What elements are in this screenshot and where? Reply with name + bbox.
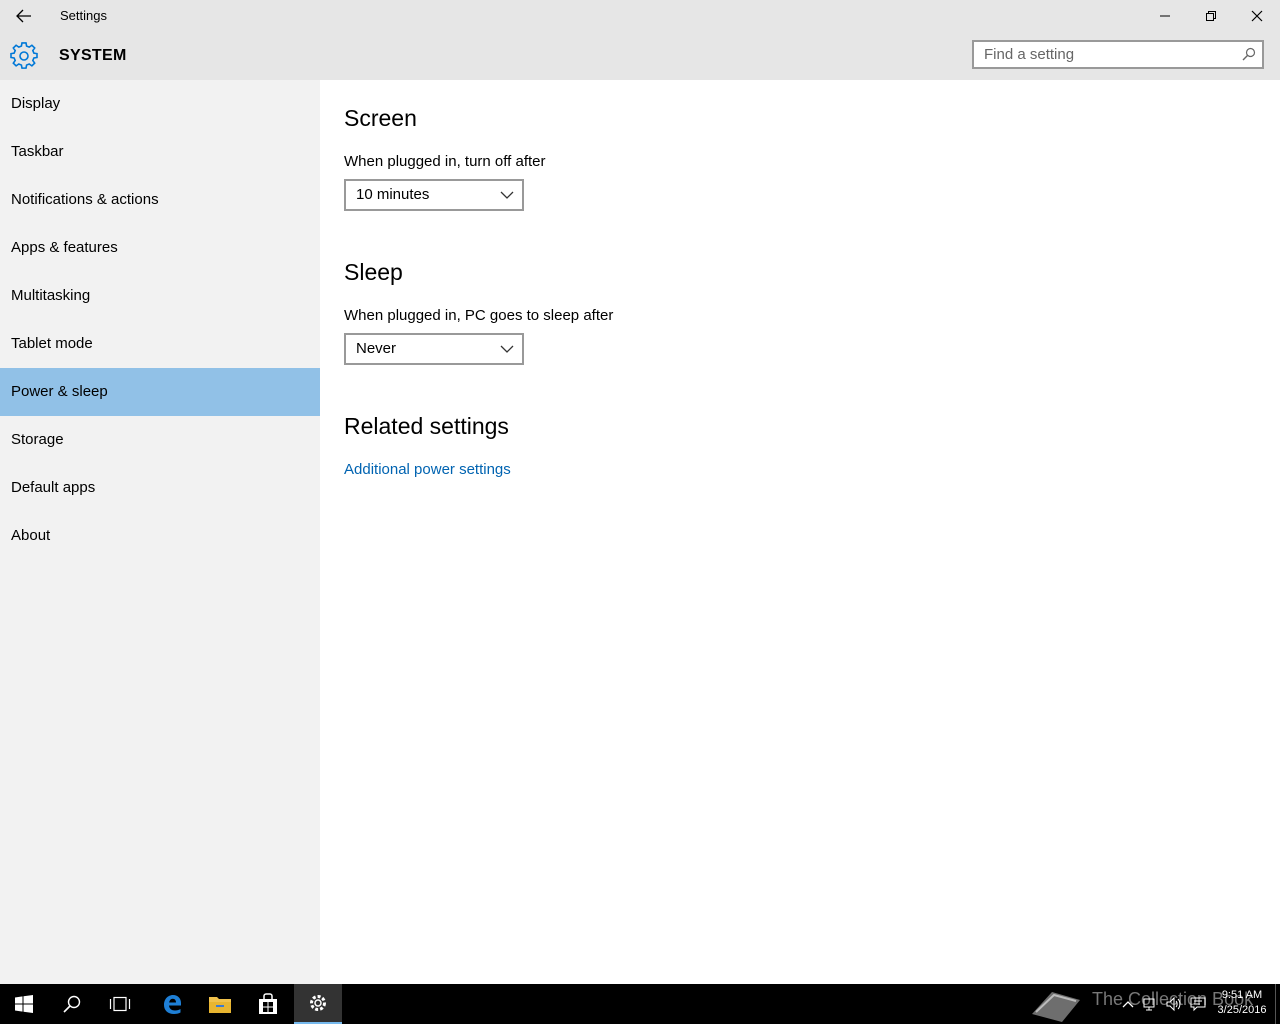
gear-icon — [10, 42, 38, 69]
close-icon — [1251, 10, 1263, 22]
sidebar-item-label: Apps & features — [11, 239, 118, 256]
sidebar-item-label: Power & sleep — [11, 383, 108, 400]
sleep-timeout-value: Never — [356, 340, 397, 357]
screen-timeout-value: 10 minutes — [356, 186, 430, 203]
search-icon[interactable] — [1242, 47, 1256, 61]
file-explorer-button[interactable] — [196, 984, 244, 1024]
sidebar-item-taskbar[interactable]: Taskbar — [0, 128, 320, 176]
clock-time: 9:51 AM — [1221, 989, 1263, 1001]
sleep-heading: Sleep — [344, 259, 403, 285]
sidebar-item-label: Taskbar — [11, 143, 64, 160]
screen-timeout-label: When plugged in, turn off after — [344, 153, 546, 170]
sidebar-item-power-sleep[interactable]: Power & sleep — [0, 368, 320, 416]
sidebar-item-multitasking[interactable]: Multitasking — [0, 272, 320, 320]
sidebar-item-about[interactable]: About — [0, 512, 320, 560]
chevron-down-icon — [500, 191, 514, 199]
settings-header: SYSTEM — [0, 32, 1280, 80]
sidebar-item-label: Tablet mode — [11, 335, 93, 352]
back-button[interactable] — [0, 0, 48, 32]
screen-timeout-dropdown[interactable]: 10 minutes — [344, 179, 524, 211]
clock-date: 3/25/2016 — [1217, 1004, 1267, 1016]
window-title: Settings — [60, 8, 107, 23]
settings-taskbar-button[interactable] — [294, 984, 342, 1024]
store-icon — [259, 993, 277, 1014]
show-desktop-button[interactable] — [1275, 984, 1276, 1024]
additional-power-settings-link[interactable]: Additional power settings — [344, 461, 511, 478]
main-content: Screen When plugged in, turn off after 1… — [320, 80, 1280, 984]
store-button[interactable] — [244, 984, 292, 1024]
settings-icon — [310, 995, 326, 1011]
sidebar-item-storage[interactable]: Storage — [0, 416, 320, 464]
edge-icon — [164, 995, 181, 1014]
restore-button[interactable] — [1188, 0, 1234, 32]
restore-icon — [1206, 11, 1216, 21]
sidebar-item-label: Default apps — [11, 479, 96, 496]
title-bar: Settings — [0, 0, 1280, 32]
start-button[interactable] — [0, 984, 48, 1024]
related-settings-heading: Related settings — [344, 413, 509, 439]
screen-heading: Screen — [344, 105, 417, 131]
sidebar-item-label: Storage — [11, 431, 64, 448]
task-view-icon — [109, 996, 131, 1012]
sleep-timeout-label: When plugged in, PC goes to sleep after — [344, 307, 614, 324]
network-icon[interactable] — [1143, 996, 1159, 1012]
sidebar: Display Taskbar Notifications & actions … — [0, 80, 320, 984]
sidebar-item-label: Multitasking — [11, 287, 91, 304]
edge-button[interactable] — [148, 984, 196, 1024]
sidebar-item-label: Display — [11, 95, 61, 112]
back-arrow-icon — [16, 9, 31, 23]
file-explorer-icon — [209, 997, 231, 1013]
start-icon — [15, 995, 33, 1013]
sidebar-item-notifications[interactable]: Notifications & actions — [0, 176, 320, 224]
sidebar-item-label: About — [11, 527, 51, 544]
sidebar-item-apps-features[interactable]: Apps & features — [0, 224, 320, 272]
task-view-button[interactable] — [96, 984, 144, 1024]
search-box[interactable] — [972, 40, 1264, 69]
sleep-timeout-dropdown[interactable]: Never — [344, 333, 524, 365]
chevron-up-icon[interactable] — [1120, 996, 1136, 1012]
search-input[interactable] — [974, 42, 1244, 67]
sidebar-item-tablet-mode[interactable]: Tablet mode — [0, 320, 320, 368]
sidebar-item-default-apps[interactable]: Default apps — [0, 464, 320, 512]
search-icon — [63, 995, 81, 1013]
chevron-down-icon — [500, 345, 514, 353]
clock[interactable]: 9:51 AM 3/25/2016 — [1212, 988, 1272, 1018]
taskbar: The Collection Book 9:51 AM 3/25/2016 — [0, 984, 1280, 1024]
close-button[interactable] — [1234, 0, 1280, 32]
volume-icon[interactable] — [1166, 996, 1182, 1012]
minimize-button[interactable] — [1142, 0, 1188, 32]
sidebar-item-display[interactable]: Display — [0, 80, 320, 128]
sidebar-item-label: Notifications & actions — [11, 191, 159, 208]
taskbar-search-button[interactable] — [48, 984, 96, 1024]
action-center-icon[interactable] — [1190, 996, 1206, 1012]
minimize-icon — [1160, 15, 1170, 17]
page-title: SYSTEM — [59, 47, 127, 64]
